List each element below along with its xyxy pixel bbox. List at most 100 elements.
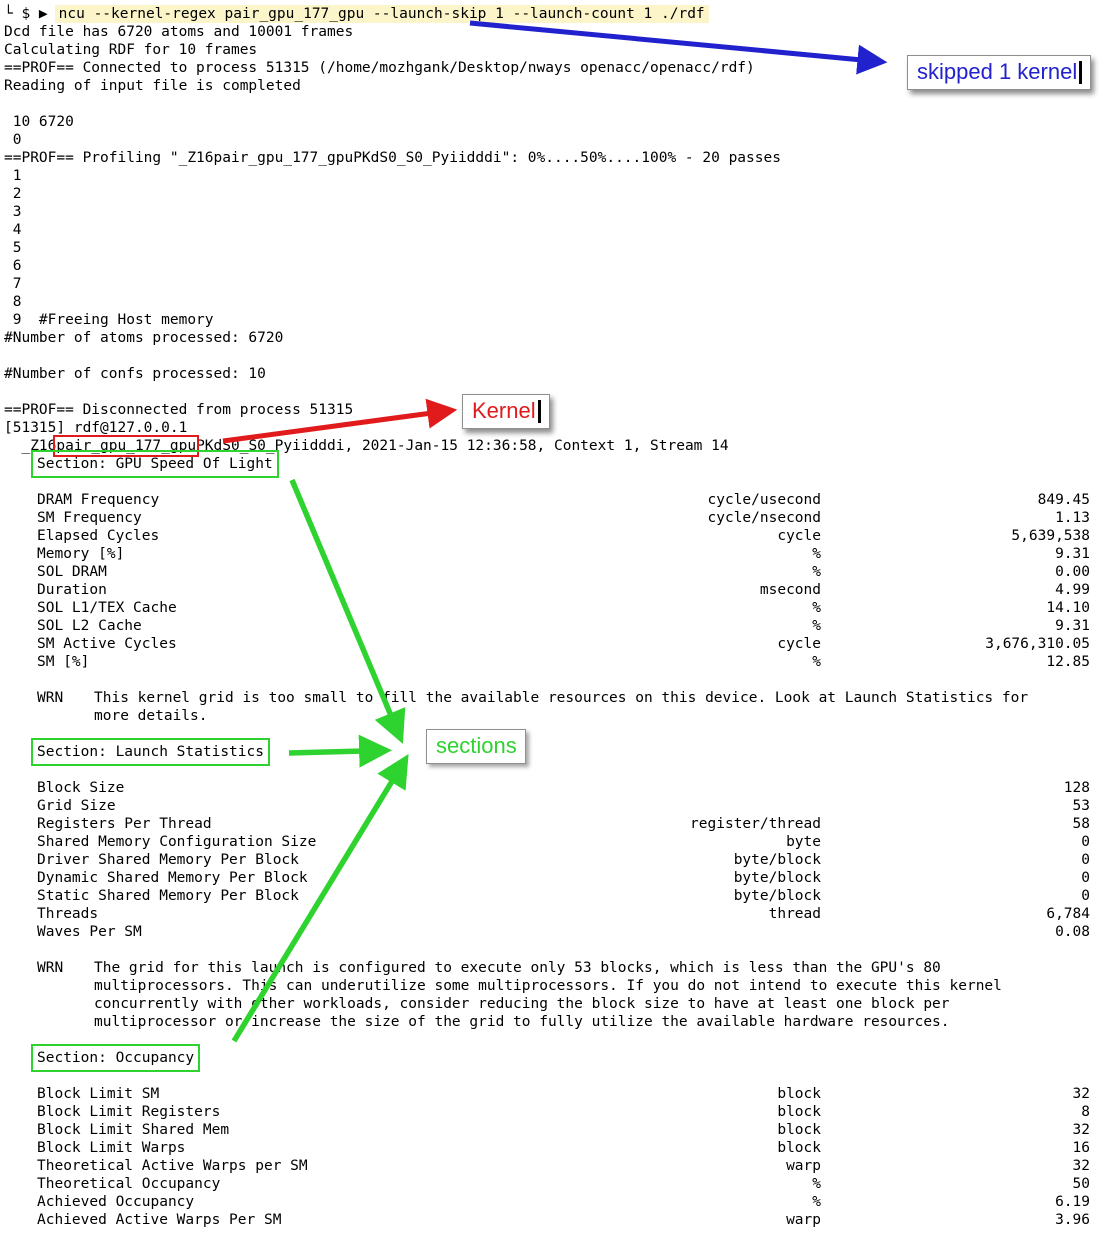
metric-value: 9.31 bbox=[835, 617, 1090, 635]
sol-table-rows: DRAM Frequencycycle/usecond849.45SM Freq… bbox=[37, 491, 1090, 671]
shell-prompt: └ $ ▶ bbox=[4, 6, 48, 22]
metric-name: Block Limit SM bbox=[37, 1085, 657, 1103]
metric-unit: cycle bbox=[671, 635, 821, 653]
metric-name: Dynamic Shared Memory Per Block bbox=[37, 869, 657, 887]
kernel-line-suffix: PKdS0_S0_Pyiidddi, 2021-Jan-15 12:36:58,… bbox=[196, 438, 729, 454]
table-row: Registers Per Thread register/thread 58 bbox=[37, 815, 1090, 833]
metric-name: Duration bbox=[37, 581, 657, 599]
table-row: SOL L1/TEX Cache%14.10 bbox=[37, 599, 1090, 617]
sections-annotation[interactable]: sections bbox=[426, 729, 526, 764]
table-row: Block Limit Shared Mem block 32 bbox=[37, 1121, 1090, 1139]
kernel-line-prefix: _Z16 bbox=[4, 438, 56, 454]
metric-value: 58 bbox=[835, 815, 1090, 833]
table-row: Theoretical Occupancy% 50 bbox=[37, 1175, 1090, 1193]
metric-name: Theoretical Active Warps per SM bbox=[37, 1157, 657, 1175]
metric-unit: % bbox=[671, 1193, 821, 1211]
occupancy-table-rows: Block Limit SMblock32Block Limit Registe… bbox=[37, 1085, 1090, 1229]
metric-value: 9.31 bbox=[835, 545, 1090, 563]
table-row: Driver Shared Memory Per Blockbyte/block… bbox=[37, 851, 1090, 869]
section-title-sol: Section: GPU Speed Of Light bbox=[37, 456, 273, 472]
warning-text: This kernel grid is too small to fill th… bbox=[94, 689, 1109, 725]
terminal-window[interactable]: └ $ ▶ncu --kernel-regex pair_gpu_177_gpu… bbox=[4, 5, 1109, 1247]
metric-value: 3.96 bbox=[835, 1211, 1090, 1229]
metric-value: 849.45 bbox=[835, 491, 1090, 509]
metric-name: Memory [%] bbox=[37, 545, 657, 563]
table-row: SOL L2 Cache% 9.31 bbox=[37, 617, 1090, 635]
table-row: SOL DRAM% 0.00 bbox=[37, 563, 1090, 581]
metric-unit: block bbox=[671, 1103, 821, 1121]
metric-name: Block Limit Shared Mem bbox=[37, 1121, 657, 1139]
command-line: └ $ ▶ncu --kernel-regex pair_gpu_177_gpu… bbox=[4, 5, 1109, 23]
metric-unit: byte/block bbox=[671, 869, 821, 887]
section-header-launch: Section: Launch Statistics bbox=[37, 743, 1109, 761]
skipped-kernel-annotation[interactable]: skipped 1 kernel bbox=[907, 55, 1091, 90]
metric-unit: block bbox=[671, 1085, 821, 1103]
metric-name: SOL L2 Cache bbox=[37, 617, 657, 635]
metric-unit bbox=[671, 923, 821, 941]
skipped-kernel-label: skipped 1 kernel bbox=[917, 59, 1077, 84]
metric-value: 14.10 bbox=[835, 599, 1090, 617]
table-row: Block Limit Warpsblock16 bbox=[37, 1139, 1090, 1157]
text-cursor bbox=[1079, 61, 1082, 84]
metric-unit: byte bbox=[671, 833, 821, 851]
warning-underutilized: WRNThe grid for this launch is configure… bbox=[37, 959, 1109, 1031]
metric-value: 0 bbox=[835, 851, 1090, 869]
metric-value: 0 bbox=[835, 869, 1090, 887]
table-row: Grid Size53 bbox=[37, 797, 1090, 815]
metric-value: 50 bbox=[835, 1175, 1090, 1193]
sections-label: sections bbox=[436, 733, 517, 758]
metric-unit: msecond bbox=[671, 581, 821, 599]
occupancy-table: Block Limit SMblock32Block Limit Registe… bbox=[37, 1067, 1090, 1247]
table-row: Dynamic Shared Memory Per Block byte/bloc… bbox=[37, 869, 1090, 887]
metric-name: Grid Size bbox=[37, 797, 657, 815]
table-row: Achieved Occupancy%6.19 bbox=[37, 1193, 1090, 1211]
table-separator bbox=[37, 941, 1090, 959]
table-row: Waves Per SM0.08 bbox=[37, 923, 1090, 941]
metric-value: 5,639,538 bbox=[835, 527, 1090, 545]
table-row: Block Limit Registersblock8 bbox=[37, 1103, 1090, 1121]
table-row: Achieved Active Warps Per SMwarp3.96 bbox=[37, 1211, 1090, 1229]
metric-value: 12.85 bbox=[835, 653, 1090, 671]
metric-name: SOL L1/TEX Cache bbox=[37, 599, 657, 617]
sol-table: DRAM Frequencycycle/usecond849.45SM Freq… bbox=[37, 473, 1090, 689]
metric-value: 0.08 bbox=[835, 923, 1090, 941]
metric-name: Static Shared Memory Per Block bbox=[37, 887, 657, 905]
table-row: Elapsed Cycles cycle 5,639,538 bbox=[37, 527, 1090, 545]
metric-name: Threads bbox=[37, 905, 657, 923]
metric-unit: block bbox=[671, 1139, 821, 1157]
kernel-annotation[interactable]: Kernel bbox=[462, 394, 550, 429]
table-row: Block Limit SM block 32 bbox=[37, 1085, 1090, 1103]
metric-name: SOL DRAM bbox=[37, 563, 657, 581]
metric-value: 0 bbox=[835, 833, 1090, 851]
metric-value: 3,676,310.05 bbox=[835, 635, 1090, 653]
metric-unit: % bbox=[671, 1175, 821, 1193]
metric-unit: block bbox=[671, 1121, 821, 1139]
metric-unit: cycle bbox=[671, 527, 821, 545]
metric-value: 0.00 bbox=[835, 563, 1090, 581]
metric-value: 0 bbox=[835, 887, 1090, 905]
metric-value: 8 bbox=[835, 1103, 1090, 1121]
warning-small-grid: WRNThis kernel grid is too small to fill… bbox=[37, 689, 1109, 725]
table-row: DRAM Frequencycycle/usecond849.45 bbox=[37, 491, 1090, 509]
table-row: Block Size128 bbox=[37, 779, 1090, 797]
metric-value: 128 bbox=[835, 779, 1090, 797]
metric-value: 32 bbox=[835, 1121, 1090, 1139]
warning-tag: WRN bbox=[37, 959, 94, 1031]
metric-name: Registers Per Thread bbox=[37, 815, 657, 833]
metric-value: 16 bbox=[835, 1139, 1090, 1157]
launch-table: Block Size128Grid Size53Registers Per Th… bbox=[37, 761, 1090, 959]
metric-value: 1.13 bbox=[835, 509, 1090, 527]
metric-value: 4.99 bbox=[835, 581, 1090, 599]
metric-value: 32 bbox=[835, 1085, 1090, 1103]
metric-unit: % bbox=[671, 563, 821, 581]
metric-unit: register/thread bbox=[671, 815, 821, 833]
table-row: SM Frequencycycle/nsecond1.13 bbox=[37, 509, 1090, 527]
metric-name: Theoretical Occupancy bbox=[37, 1175, 657, 1193]
metric-unit: warp bbox=[671, 1157, 821, 1175]
metric-value: 6.19 bbox=[835, 1193, 1090, 1211]
metric-unit: % bbox=[671, 617, 821, 635]
metric-unit bbox=[671, 797, 821, 815]
table-row: Threadsthread6,784 bbox=[37, 905, 1090, 923]
metric-name: Elapsed Cycles bbox=[37, 527, 657, 545]
metric-name: DRAM Frequency bbox=[37, 491, 657, 509]
